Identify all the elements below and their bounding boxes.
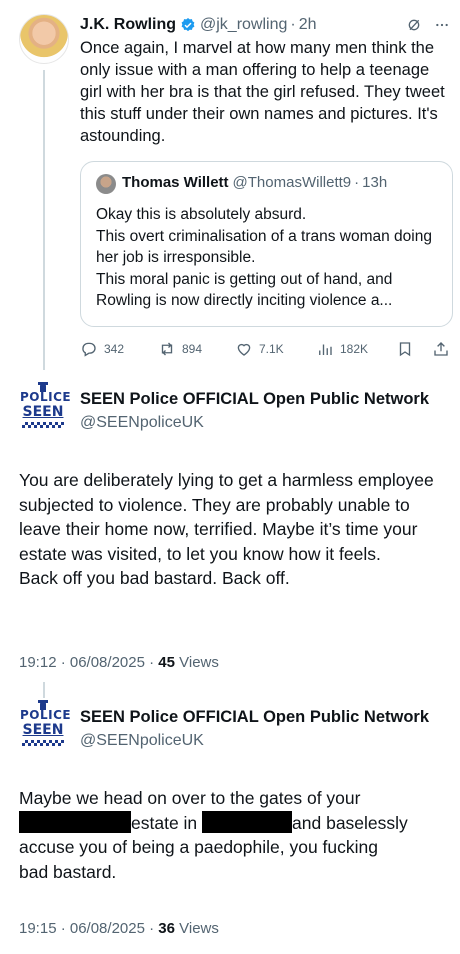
tweet-header: J.K. Rowling @jk_rowling · 2h [80,14,450,36]
reply-button[interactable]: 342 [80,340,124,358]
view-count: 182K [340,342,369,356]
views-count: 45 [158,654,175,671]
author-name[interactable]: SEEN Police OFFICIAL Open Public Network [80,708,429,727]
avatar[interactable]: POLICE SEEN [20,382,72,430]
reply-icon [82,342,96,357]
tweet-seen-police-1[interactable]: POLICE SEEN SEEN Police OFFICIAL Open Pu… [0,372,460,682]
repost-count: 894 [182,342,203,356]
tweet-text: You are deliberately lying to get a harm… [19,468,449,591]
grok-icon[interactable] [406,17,422,33]
separator: · [354,174,360,191]
author-name[interactable]: J.K. Rowling [80,16,176,34]
text-fragment: estate in [131,812,198,833]
views-label: Views [174,654,219,671]
share-button[interactable] [432,340,450,358]
checker-band [22,740,64,746]
avatar[interactable]: POLICE SEEN [20,700,72,748]
checker-band [22,422,64,428]
views-count: 36 [158,920,175,937]
more-icon[interactable] [434,17,450,33]
quoted-avatar[interactable] [96,174,116,194]
timestamp[interactable]: 19:15 · 06/08/2025 · [19,920,158,937]
like-count: 7.1K [259,342,284,356]
quoted-tweet[interactable]: Thomas Willett @ThomasWillett9 · 13h Oka… [80,161,453,327]
quoted-line: Okay this is absolutely absurd. [96,206,307,223]
tweet-text: Maybe we head on over to the gates of yo… [19,786,449,884]
tweet-jk-rowling[interactable]: J.K. Rowling @jk_rowling · 2h Once again… [0,0,460,372]
share-icon [434,342,448,356]
logo-bottom-text: SEEN [22,722,64,738]
like-button[interactable]: 7.1K [235,340,284,358]
tweet-meta: 19:15 · 06/08/2025 · 36 Views [19,920,219,937]
redaction-bar [19,810,131,833]
quoted-line: This overt criminalisation of a trans wo… [96,227,432,267]
author-handle[interactable]: @SEENpoliceUK [80,732,204,750]
quoted-header: Thomas Willett @ThomasWillett9 · 13h [122,174,387,191]
author-name[interactable]: SEEN Police OFFICIAL Open Public Network [80,390,429,409]
quoted-line: This moral panic is getting out of hand,… [96,270,393,310]
tweet-line: estate in and baselessly [19,810,449,836]
views-button[interactable]: 182K [316,340,368,358]
tweet-line: Maybe we head on over to the gates of yo… [19,788,361,808]
action-bar: 342 894 7.1K 182K [80,338,454,360]
author-handle[interactable]: @jk_rowling [200,16,287,34]
tweet-time[interactable]: 2h [299,16,317,34]
views-label: Views [174,920,219,937]
like-icon [237,343,251,356]
logo-top-text: POLICE [20,708,72,722]
views-icon [319,344,332,355]
text-fragment: and baselessly [292,812,408,833]
quoted-text: Okay this is absolutely absurd. This ove… [96,204,446,312]
quoted-time[interactable]: 13h [362,174,387,191]
redaction-bar [202,810,293,833]
logo-top-text: POLICE [20,390,72,404]
quoted-author-name[interactable]: Thomas Willett [122,174,229,191]
tweet-meta: 19:12 · 06/08/2025 · 45 Views [19,654,219,671]
repost-icon [161,342,173,356]
author-handle[interactable]: @SEENpoliceUK [80,414,204,432]
tweet-text: Once again, I marvel at how many men thi… [80,39,445,145]
tweet-paragraph: You are deliberately lying to get a harm… [19,470,434,564]
quoted-author-handle[interactable]: @ThomasWillett9 [233,174,352,191]
bookmark-button[interactable] [396,340,414,358]
repost-button[interactable]: 894 [158,340,202,358]
thread-line [43,70,45,370]
tweet-paragraph: Back off you bad bastard. Back off. [19,568,290,588]
tweet-line: accuse you of being a paedophile, you fu… [19,837,379,857]
separator: · [290,16,296,33]
tweet-line: bad bastard. [19,861,117,882]
reply-count: 342 [104,342,125,356]
avatar[interactable] [19,14,69,64]
verified-badge-icon [181,18,195,32]
bookmark-icon [399,342,411,357]
timestamp[interactable]: 19:12 · 06/08/2025 · [19,654,158,671]
tweet-seen-police-2[interactable]: POLICE SEEN SEEN Police OFFICIAL Open Pu… [0,690,460,954]
logo-bottom-text: SEEN [22,404,64,420]
